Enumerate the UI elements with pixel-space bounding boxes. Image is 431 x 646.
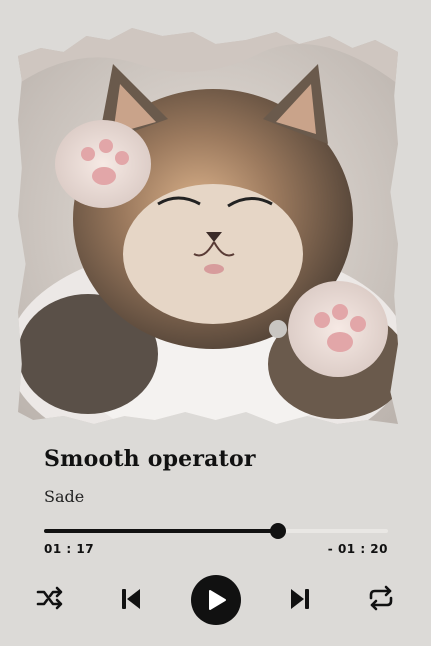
track-title: Smooth operator	[44, 446, 256, 472]
album-artwork	[18, 28, 398, 424]
repeat-icon	[369, 585, 393, 611]
skip-next-icon	[291, 589, 309, 609]
play-button[interactable]	[191, 575, 241, 625]
shuffle-icon	[36, 586, 63, 610]
progress-bar[interactable]	[44, 523, 388, 539]
track-artist: Sade	[44, 487, 85, 506]
previous-button[interactable]	[118, 585, 144, 613]
progress-thumb[interactable]	[269, 523, 286, 539]
play-icon	[209, 590, 226, 610]
shuffle-button[interactable]	[36, 585, 64, 611]
remaining-time: - 01 : 20	[327, 542, 388, 556]
elapsed-time: 01 : 17	[44, 542, 95, 556]
next-button[interactable]	[287, 585, 313, 613]
skip-previous-icon	[122, 589, 140, 609]
repeat-button[interactable]	[366, 585, 396, 611]
progress-fill	[44, 529, 278, 533]
